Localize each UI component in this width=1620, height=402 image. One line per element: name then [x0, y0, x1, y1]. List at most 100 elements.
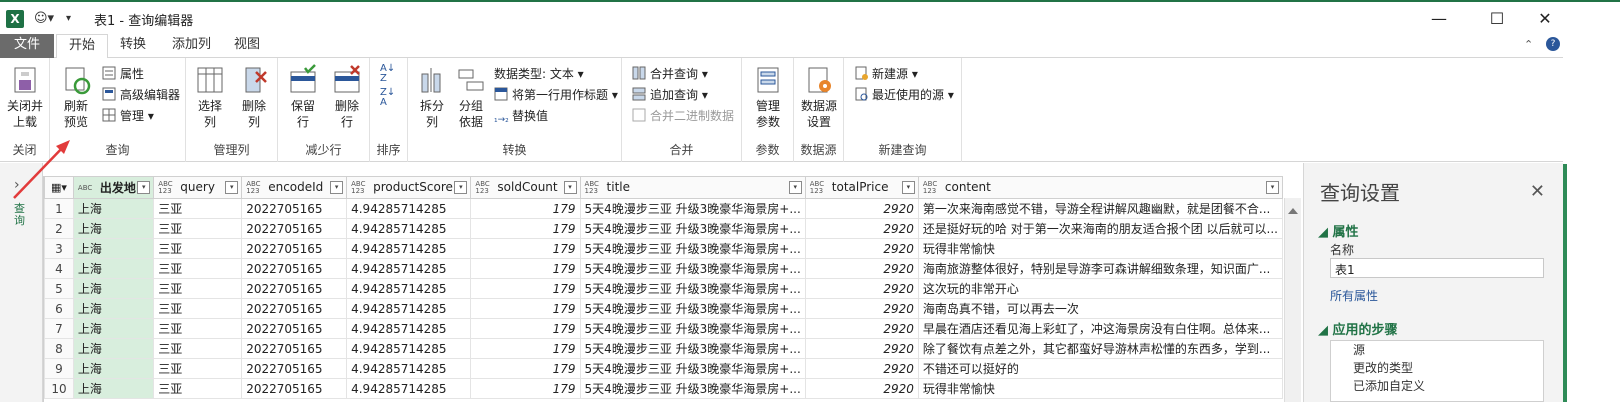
- table-cell[interactable]: 三亚: [153, 238, 243, 259]
- collapse-ribbon-icon[interactable]: ⌃: [1524, 38, 1533, 51]
- table-cell[interactable]: 2920: [804, 298, 919, 319]
- table-cell[interactable]: 上海: [72, 258, 155, 279]
- table-cell[interactable]: 2920: [804, 338, 919, 359]
- step-item[interactable]: 更改的类型: [1331, 359, 1543, 377]
- column-header[interactable]: ABC 123 totalPrice ▾: [804, 176, 919, 199]
- table-cell[interactable]: 179: [470, 358, 581, 379]
- recent-sources-button[interactable]: 最近使用的源 ▾: [854, 85, 954, 105]
- table-cell[interactable]: 三亚: [153, 278, 243, 299]
- tab-view[interactable]: 视图: [222, 34, 272, 58]
- properties-section-title[interactable]: ◢ 属性: [1318, 221, 1359, 240]
- column-header[interactable]: ABC 123 productScore ▾: [346, 176, 472, 199]
- refresh-preview-button[interactable]: 刷新 预览: [56, 64, 96, 130]
- table-cell[interactable]: 上海: [72, 298, 155, 319]
- merge-queries-button[interactable]: 合并查询 ▾: [632, 64, 708, 84]
- combine-binaries-button[interactable]: 合并二进制数据: [632, 106, 734, 126]
- table-cell[interactable]: 三亚: [153, 338, 243, 359]
- table-cell[interactable]: 5天4晚漫步三亚 升级3晚豪华海景房+...: [579, 378, 806, 399]
- table-cell[interactable]: 4.94285714285: [346, 338, 472, 359]
- smiley-icon[interactable]: ☺▾: [34, 9, 54, 29]
- row-number[interactable]: 1: [44, 198, 74, 219]
- table-cell[interactable]: 4.94285714285: [346, 378, 472, 399]
- all-properties-link[interactable]: 所有属性: [1330, 287, 1378, 304]
- row-number[interactable]: 7: [44, 318, 74, 339]
- column-header[interactable]: ABC 123 title ▾: [579, 176, 806, 199]
- table-cell[interactable]: 5天4晚漫步三亚 升级3晚豪华海景房+...: [579, 298, 806, 319]
- table-cell[interactable]: 4.94285714285: [346, 198, 472, 219]
- table-cell[interactable]: 2920: [804, 238, 919, 259]
- column-type-icon[interactable]: ABC 123: [585, 180, 603, 195]
- table-cell[interactable]: 5天4晚漫步三亚 升级3晚豪华海景房+...: [579, 258, 806, 279]
- column-filter-dropdown-icon[interactable]: ▾: [225, 181, 239, 194]
- table-cell[interactable]: 4.94285714285: [346, 318, 472, 339]
- table-cell[interactable]: 179: [470, 378, 581, 399]
- row-number[interactable]: 4: [44, 258, 74, 279]
- column-filter-dropdown-icon[interactable]: ▾: [137, 181, 151, 194]
- column-type-icon[interactable]: ABC: [78, 185, 96, 192]
- remove-columns-button[interactable]: 删除 列: [234, 64, 274, 130]
- table-cell[interactable]: 4.94285714285: [346, 238, 472, 259]
- table-cell[interactable]: 5天4晚漫步三亚 升级3晚豪华海景房+...: [579, 358, 806, 379]
- table-cell[interactable]: 2920: [804, 218, 919, 239]
- table-cell[interactable]: 上海: [72, 278, 155, 299]
- sort-ascending-button[interactable]: A↓ Z: [380, 64, 395, 84]
- column-header[interactable]: ABC 出发地 ▾: [72, 176, 155, 199]
- manage-button[interactable]: 管理 ▾: [102, 106, 154, 126]
- advanced-editor-button[interactable]: 高级编辑器: [102, 85, 180, 105]
- table-cell[interactable]: 2022705165: [241, 358, 348, 379]
- group-by-button[interactable]: 分组 依据: [452, 64, 490, 130]
- table-cell[interactable]: 上海: [72, 338, 155, 359]
- table-cell[interactable]: 5天4晚漫步三亚 升级3晚豪华海景房+...: [579, 278, 806, 299]
- table-cell[interactable]: 三亚: [153, 298, 243, 319]
- table-cell[interactable]: 2920: [804, 258, 919, 279]
- column-filter-dropdown-icon[interactable]: ▾: [1266, 181, 1279, 194]
- table-cell[interactable]: 三亚: [153, 258, 243, 279]
- table-cell[interactable]: 179: [470, 338, 581, 359]
- properties-button[interactable]: 属性: [102, 64, 144, 84]
- table-cell[interactable]: 上海: [72, 358, 155, 379]
- remove-rows-button[interactable]: 删除 行: [328, 64, 366, 130]
- close-and-load-button[interactable]: 关闭并 上载: [4, 64, 46, 130]
- table-cell[interactable]: 三亚: [153, 378, 243, 399]
- table-cell[interactable]: 2022705165: [241, 198, 348, 219]
- datasource-settings-button[interactable]: 数据源 设置: [797, 64, 841, 130]
- column-header[interactable]: ABC 123 content ▾: [917, 176, 1283, 199]
- scroll-up-icon[interactable]: [1288, 208, 1298, 214]
- table-cell[interactable]: 三亚: [153, 358, 243, 379]
- row-number[interactable]: 8: [44, 338, 74, 359]
- table-cell[interactable]: 上海: [72, 318, 155, 339]
- split-column-button[interactable]: 拆分 列: [414, 64, 450, 130]
- column-filter-dropdown-icon[interactable]: ▾: [788, 181, 802, 194]
- table-cell[interactable]: 2022705165: [241, 318, 348, 339]
- table-cell[interactable]: 5天4晚漫步三亚 升级3晚豪华海景房+...: [579, 198, 806, 219]
- table-cell[interactable]: 上海: [72, 198, 155, 219]
- table-cell[interactable]: 玩得非常愉快: [917, 238, 1283, 259]
- table-cell[interactable]: 4.94285714285: [346, 298, 472, 319]
- tab-add-column[interactable]: 添加列: [160, 34, 223, 58]
- table-cell[interactable]: 179: [470, 258, 581, 279]
- row-number[interactable]: 10: [44, 378, 74, 399]
- table-cell[interactable]: 上海: [72, 378, 155, 399]
- column-type-icon[interactable]: ABC 123: [810, 180, 828, 195]
- column-type-icon[interactable]: ABC 123: [158, 180, 176, 195]
- table-cell[interactable]: 2022705165: [241, 298, 348, 319]
- manage-parameters-button[interactable]: 管理 参数: [746, 64, 790, 130]
- sort-descending-button[interactable]: Z↓ A: [380, 88, 395, 108]
- table-cell[interactable]: 2022705165: [241, 338, 348, 359]
- table-cell[interactable]: 上海: [72, 218, 155, 239]
- table-cell[interactable]: 海南旅游整体很好，特别是导游李可森讲解细致条理，知识面广...: [917, 258, 1283, 279]
- column-type-icon[interactable]: ABC 123: [351, 180, 369, 195]
- table-cell[interactable]: 179: [470, 318, 581, 339]
- step-item[interactable]: 源: [1331, 341, 1543, 359]
- column-filter-dropdown-icon[interactable]: ▾: [454, 181, 468, 194]
- column-filter-dropdown-icon[interactable]: ▾: [901, 181, 915, 194]
- column-header[interactable]: ABC 123 soldCount ▾: [470, 176, 581, 199]
- column-header[interactable]: ABC 123 query ▾: [153, 176, 243, 199]
- tab-transform[interactable]: 转换: [108, 34, 158, 58]
- table-cell[interactable]: 4.94285714285: [346, 258, 472, 279]
- data-type-dropdown[interactable]: 数据类型: 文本 ▾: [494, 64, 584, 84]
- row-number[interactable]: 6: [44, 298, 74, 319]
- name-input[interactable]: 表1: [1330, 258, 1544, 278]
- table-cell[interactable]: 还是挺好玩的哈 对于第一次来海南的朋友适合报个团 以后就可以...: [917, 218, 1283, 239]
- table-cell[interactable]: 这次玩的非常开心: [917, 278, 1283, 299]
